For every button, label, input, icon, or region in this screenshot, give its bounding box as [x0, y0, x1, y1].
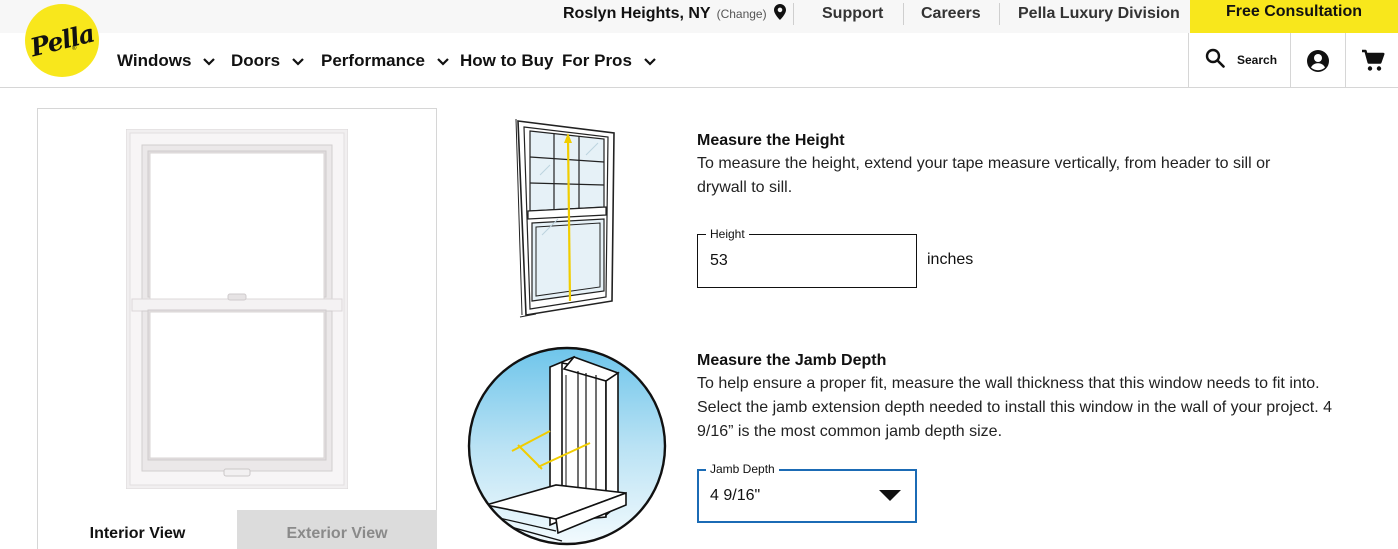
chevron-down-icon	[292, 51, 304, 71]
nav-windows[interactable]: Windows	[117, 49, 216, 73]
pella-logo[interactable]: Pella ®	[25, 4, 99, 77]
divider	[1345, 33, 1346, 88]
search-button[interactable]: Search	[1205, 48, 1278, 73]
site-header: Pella ® Roslyn Heights, NY (Change) Supp…	[0, 0, 1398, 88]
jamb-depth-illustration	[467, 346, 667, 546]
nav-doors[interactable]: Doors	[231, 49, 304, 73]
height-units: inches	[927, 251, 974, 268]
divider	[1290, 33, 1291, 88]
chevron-down-icon	[644, 51, 656, 71]
jamb-depth-value: 4 9/16"	[710, 487, 761, 504]
nav-how-to-buy[interactable]: How to Buy	[460, 49, 554, 73]
account-icon[interactable]	[1306, 49, 1330, 73]
luxury-division-link[interactable]: Pella Luxury Division	[1018, 4, 1180, 24]
location-pin-icon	[773, 3, 786, 25]
chevron-down-icon	[203, 51, 216, 71]
registered-mark: ®	[72, 46, 77, 52]
jamb-depth-label: Jamb Depth	[706, 461, 779, 477]
divider	[903, 3, 904, 25]
jamb-section-title: Measure the Jamb Depth	[697, 352, 887, 369]
location-city: Roslyn Heights, NY	[563, 5, 711, 22]
nav-performance[interactable]: Performance	[321, 49, 449, 73]
free-consultation-button[interactable]: Free Consultation	[1190, 0, 1398, 33]
divider	[793, 3, 794, 25]
height-section-description: To measure the height, extend your tape …	[697, 155, 1271, 196]
nav-label: Windows	[117, 51, 192, 70]
location-selector[interactable]: Roslyn Heights, NY (Change)	[563, 3, 786, 25]
search-label: Search	[1237, 53, 1278, 67]
support-link[interactable]: Support	[822, 4, 883, 24]
double-hung-window-image	[126, 129, 348, 489]
height-measurement-illustration	[515, 118, 615, 318]
jamb-depth-select[interactable]: Jamb Depth 4 9/16"	[697, 461, 917, 523]
search-icon	[1205, 48, 1225, 73]
height-section-title: Measure the Height	[697, 132, 845, 149]
nav-label: For Pros	[562, 51, 632, 70]
nav-label: How to Buy	[460, 51, 554, 70]
dropdown-arrow-icon	[879, 490, 901, 501]
chevron-down-icon	[437, 51, 449, 71]
product-preview-panel: Interior View Exterior View	[37, 108, 437, 549]
jamb-section-description: To help ensure a proper fit, measure the…	[697, 375, 1333, 440]
logo-wordmark: Pella	[27, 18, 97, 63]
nav-label: Performance	[321, 51, 425, 70]
height-field[interactable]: Height	[697, 226, 917, 288]
careers-link[interactable]: Careers	[921, 4, 981, 24]
divider	[999, 3, 1000, 25]
nav-label: Doors	[231, 51, 281, 70]
height-field-label: Height	[706, 226, 749, 242]
tab-interior-view[interactable]: Interior View	[38, 510, 237, 549]
tab-exterior-view[interactable]: Exterior View	[237, 510, 437, 549]
divider	[1188, 33, 1189, 88]
cart-icon[interactable]	[1360, 48, 1386, 74]
location-change-link[interactable]: (Change)	[717, 7, 767, 21]
height-input[interactable]	[710, 250, 900, 272]
nav-for-pros[interactable]: For Pros	[562, 49, 656, 73]
